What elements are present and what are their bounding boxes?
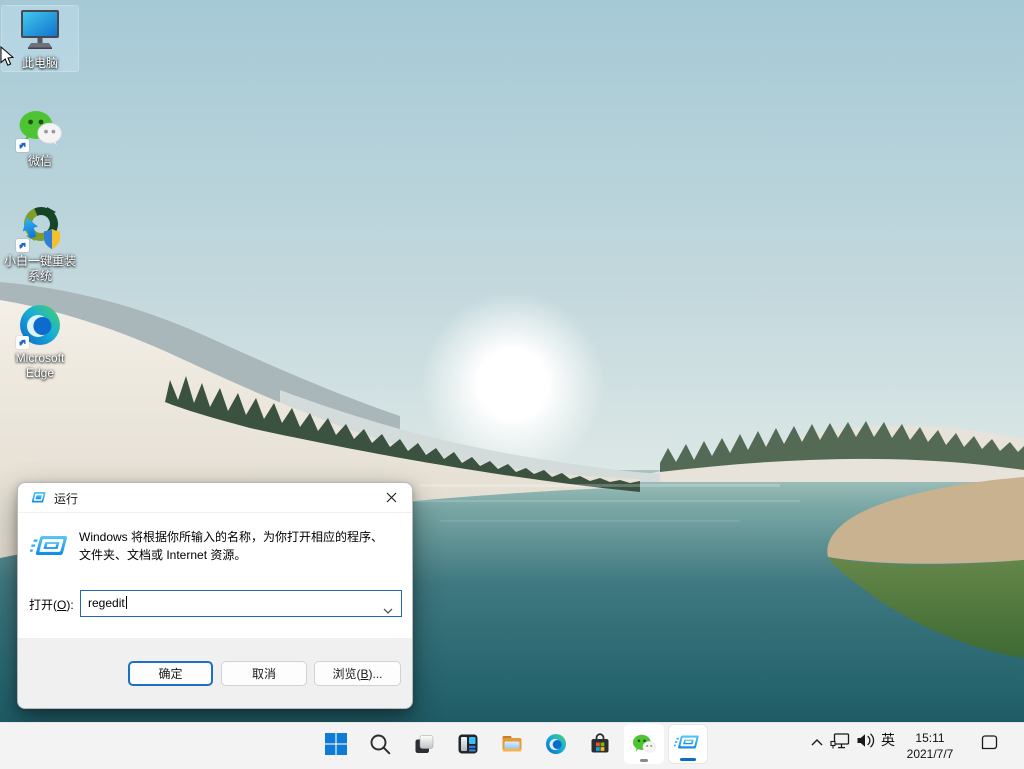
run-dialog: 运行 Windows 将根据你所输入的名称，为你打开相应的程序、 文件夹、文档或… bbox=[17, 482, 413, 709]
notification-center-button[interactable] bbox=[979, 733, 999, 751]
tray-clock[interactable]: 15:11 2021/7/7 bbox=[896, 731, 964, 762]
shortcut-arrow-icon bbox=[16, 239, 29, 252]
running-indicator bbox=[640, 759, 648, 762]
file-explorer-icon bbox=[500, 732, 524, 756]
run-window-icon-small bbox=[31, 491, 47, 509]
tray-show-hidden-icons-button[interactable] bbox=[808, 737, 826, 747]
desktop-icon-label: Microsoft Edge bbox=[2, 351, 78, 381]
microsoft-store-icon bbox=[588, 732, 612, 756]
desktop-icon-label: 微信 bbox=[2, 154, 78, 169]
microsoft-store-button[interactable] bbox=[580, 724, 620, 764]
tray-time: 15:11 bbox=[896, 731, 964, 747]
mouse-cursor bbox=[0, 46, 14, 67]
wechat-icon bbox=[16, 104, 64, 152]
dialog-footer: 确定 取消 浏览(B)... bbox=[18, 638, 412, 708]
wechat-taskbar-button[interactable] bbox=[624, 724, 664, 764]
this-pc-icon bbox=[16, 6, 64, 54]
notification-icon bbox=[983, 736, 997, 749]
chevron-up-icon bbox=[812, 740, 822, 745]
tray-date: 2021/7/7 bbox=[896, 747, 964, 763]
edge-icon bbox=[16, 301, 64, 349]
search-icon bbox=[369, 733, 392, 756]
active-window-indicator bbox=[680, 758, 696, 761]
cancel-button[interactable]: 取消 bbox=[221, 661, 307, 686]
text-caret bbox=[126, 596, 127, 609]
edge-button[interactable] bbox=[536, 724, 576, 764]
dialog-title: 运行 bbox=[54, 490, 78, 507]
chevron-down-icon[interactable] bbox=[383, 601, 393, 619]
desktop-icon-label: 小白一键重装系统 bbox=[2, 254, 78, 284]
run-command-input[interactable]: regedit bbox=[80, 590, 402, 617]
taskbar: 英 15:11 2021/7/7 bbox=[0, 722, 1024, 769]
desktop-icon-wechat[interactable]: 微信 bbox=[2, 104, 78, 169]
open-field-label: 打开(O): bbox=[29, 596, 74, 613]
desktop-icon-xiaobai-reinstall[interactable]: 小白一键重装系统 bbox=[2, 204, 78, 284]
start-button[interactable] bbox=[316, 724, 356, 764]
run-taskbar-button[interactable] bbox=[668, 724, 708, 764]
network-status-icon[interactable] bbox=[830, 732, 851, 750]
ime-language-indicator[interactable]: 英 bbox=[878, 730, 898, 750]
run-dialog-description: Windows 将根据你所输入的名称，为你打开相应的程序、 文件夹、文档或 In… bbox=[79, 529, 407, 564]
close-button[interactable] bbox=[370, 483, 412, 512]
windows-start-icon bbox=[324, 732, 348, 756]
ok-button[interactable]: 确定 bbox=[128, 661, 213, 686]
task-view-button[interactable] bbox=[404, 724, 444, 764]
widgets-button[interactable] bbox=[448, 724, 488, 764]
run-dialog-titlebar[interactable]: 运行 bbox=[18, 483, 412, 513]
close-icon bbox=[386, 492, 397, 503]
shortcut-arrow-icon bbox=[16, 139, 29, 152]
shortcut-arrow-icon bbox=[16, 336, 29, 349]
run-icon bbox=[674, 733, 702, 755]
xiaobai-reinstall-icon bbox=[16, 204, 64, 252]
search-button[interactable] bbox=[360, 724, 400, 764]
wechat-icon bbox=[631, 731, 657, 757]
file-explorer-button[interactable] bbox=[492, 724, 532, 764]
widgets-icon bbox=[456, 732, 480, 756]
task-view-icon bbox=[412, 732, 436, 756]
volume-icon[interactable] bbox=[856, 732, 876, 749]
desktop-icon-edge[interactable]: Microsoft Edge bbox=[2, 301, 78, 381]
run-window-icon-large bbox=[30, 532, 72, 570]
browse-button[interactable]: 浏览(B)... bbox=[314, 661, 401, 686]
edge-icon bbox=[544, 732, 568, 756]
